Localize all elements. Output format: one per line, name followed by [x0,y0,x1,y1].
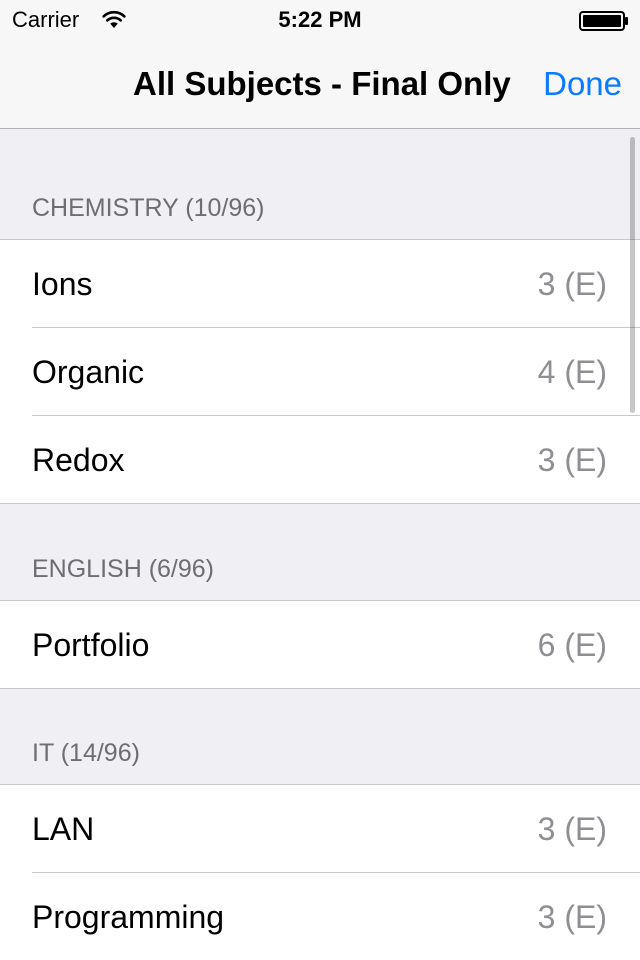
section-english: ENGLISH (6/96) Portfolio 6 (E) [0,504,640,689]
row-value: 3 (E) [537,899,607,935]
section-it: IT (14/96) LAN 3 (E) Programming 3 (E) [0,689,640,960]
scroll-indicator[interactable] [630,137,635,413]
row-value: 3 (E) [537,266,607,302]
battery-icon [579,11,628,31]
section-header-title: ENGLISH (6/96) [32,555,215,583]
section-rows: LAN 3 (E) Programming 3 (E) [0,784,640,960]
table-row[interactable]: Organic 4 (E) [0,327,640,415]
table-row[interactable]: Ions 3 (E) [0,240,640,327]
subjects-table[interactable]: CHEMISTRY (10/96) Ions 3 (E) Organic 4 (… [0,129,640,960]
section-header-title: IT (14/96) [32,739,140,767]
row-value: 6 (E) [537,627,607,663]
table-row[interactable]: Programming 3 (E) [0,872,640,960]
row-value: 3 (E) [537,811,607,847]
page-title: All Subjects - Final Only [133,65,511,102]
section-header: IT (14/96) [0,689,640,784]
clock: 5:22 PM [278,7,362,32]
section-chemistry: CHEMISTRY (10/96) Ions 3 (E) Organic 4 (… [0,129,640,504]
status-bar: Carrier 5:22 PM [0,0,640,40]
row-label: Portfolio [32,627,150,663]
section-rows: Portfolio 6 (E) [0,600,640,689]
section-header: ENGLISH (6/96) [0,504,640,600]
table-row[interactable]: Portfolio 6 (E) [0,601,640,688]
navigation-bar: All Subjects - Final Only Done [0,40,640,129]
section-header-title: CHEMISTRY (10/96) [32,194,265,222]
section-header: CHEMISTRY (10/96) [0,129,640,239]
row-label: Organic [32,354,145,390]
row-value: 4 (E) [537,354,607,390]
section-rows: Ions 3 (E) Organic 4 (E) Redox 3 (E) [0,239,640,504]
table-row[interactable]: Redox 3 (E) [0,415,640,503]
table-row[interactable]: LAN 3 (E) [0,785,640,872]
row-label: Programming [32,899,225,935]
row-value: 3 (E) [537,442,607,478]
row-label: Redox [32,442,125,478]
row-label: Ions [32,266,93,302]
row-label: LAN [32,811,95,847]
done-button[interactable]: Done [543,64,622,104]
